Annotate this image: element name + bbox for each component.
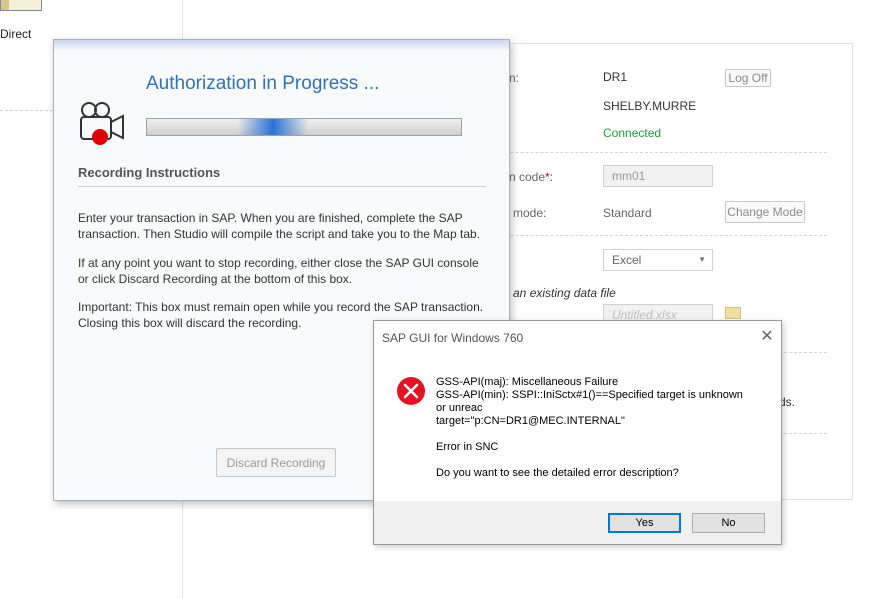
instruction-paragraph: If at any point you want to stop recordi… bbox=[78, 256, 479, 286]
tcode-label: n code*: bbox=[509, 170, 554, 184]
left-nav-label: Direct bbox=[0, 27, 32, 41]
yes-button[interactable]: Yes bbox=[608, 513, 681, 533]
mode-value: Standard bbox=[603, 206, 652, 220]
error-x-icon bbox=[397, 377, 425, 405]
section-title: Recording Instructions bbox=[78, 165, 221, 180]
error-line: GSS-API(maj): Miscellaneous Failure bbox=[436, 376, 619, 388]
error-target: target="p:CN=DR1@MEC.INTERNAL" bbox=[436, 415, 625, 427]
dialog-titlebar: SAP GUI for Windows 760 ✕ bbox=[374, 321, 781, 354]
discard-recording-button[interactable]: Discard Recording bbox=[216, 448, 336, 477]
no-button[interactable]: No bbox=[692, 513, 765, 533]
existing-file-label: e an existing data file bbox=[503, 286, 616, 300]
instruction-paragraph: Enter your transaction in SAP. When you … bbox=[78, 211, 480, 241]
progress-fill bbox=[237, 119, 308, 135]
format-select[interactable]: Excel ▼ bbox=[603, 249, 713, 271]
change-mode-button[interactable]: Change Mode bbox=[725, 201, 805, 223]
sap-error-dialog: SAP GUI for Windows 760 ✕ GSS-API(maj): … bbox=[373, 320, 782, 545]
dropdown-arrow-icon: ▼ bbox=[698, 255, 706, 264]
section-underline bbox=[78, 186, 486, 187]
video-camera-record-icon bbox=[80, 102, 124, 145]
close-icon[interactable]: ✕ bbox=[758, 327, 776, 347]
dialog-header-gradient bbox=[54, 40, 509, 50]
connection-status: Connected bbox=[603, 126, 662, 140]
system-label: n: bbox=[509, 71, 520, 85]
log-off-button[interactable]: Log Off bbox=[725, 69, 771, 87]
recording-title: Authorization in Progress ... bbox=[146, 73, 380, 94]
authorization-progress-bar bbox=[146, 118, 462, 136]
error-line: GSS-API(min): SSPI::IniSctx#1()==Specifi… bbox=[436, 389, 743, 401]
error-line: or unreac bbox=[436, 402, 483, 414]
dialog-title: SAP GUI for Windows 760 bbox=[382, 331, 524, 345]
system-value: DR1 bbox=[603, 70, 628, 84]
thumbnail-image bbox=[0, 0, 42, 11]
mode-label: mode: bbox=[513, 206, 547, 220]
dialog-body: GSS-API(maj): Miscellaneous Failure GSS-… bbox=[374, 354, 781, 501]
error-summary: Error in SNC bbox=[436, 441, 499, 453]
tcode-input[interactable]: mm01 bbox=[603, 165, 713, 187]
error-question: Do you want to see the detailed error de… bbox=[436, 467, 679, 479]
user-value: SHELBY.MURRE bbox=[603, 99, 697, 113]
folder-icon[interactable] bbox=[725, 307, 741, 319]
